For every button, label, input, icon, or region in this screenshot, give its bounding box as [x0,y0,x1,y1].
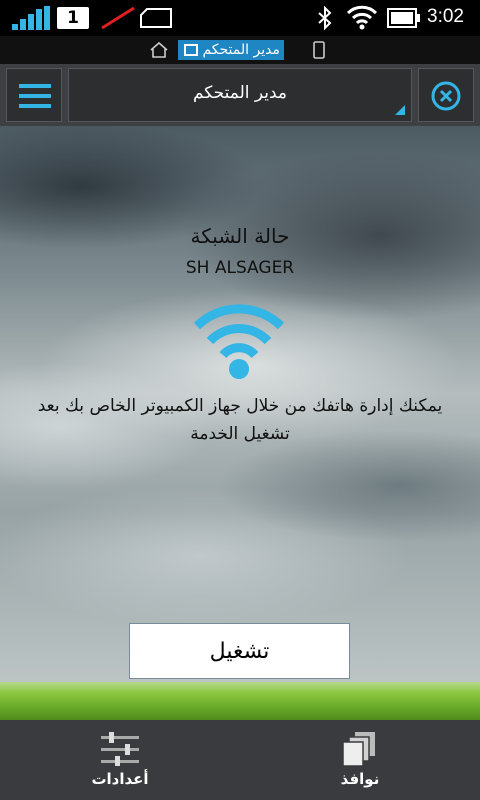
tab-windows[interactable]: نوافذ [240,720,480,800]
menu-button[interactable] [6,68,62,122]
action-bar: مدير المتحكم [0,64,480,126]
main-content: حالة الشبكة SH ALSAGER يمكنك إدارة هاتفك… [0,126,480,720]
home-icon[interactable] [149,41,169,59]
status-bar: 1 3:02 [0,0,480,36]
signal-strength-icon [12,6,50,30]
wifi-status-icon [346,5,378,30]
spinner-arrow-icon [395,105,405,115]
bottom-bar: أعدادات نوافذ [0,720,480,800]
bluetooth-icon [318,6,332,30]
network-status-title: حالة الشبكة [190,224,290,248]
status-clock: 3:02 [427,6,464,27]
tab-windows-label: نوافذ [340,770,380,788]
grass-background [0,682,480,720]
notification-app-title: مدير المتحكم [178,40,284,60]
wifi-icon [193,304,285,379]
controller-spinner[interactable]: مدير المتحكم [68,68,412,122]
no-signal-icon [101,6,135,30]
start-service-button[interactable]: تشغيل [129,623,350,679]
phone-icon [313,41,325,59]
sd-card-icon [140,8,172,28]
network-name: SH ALSAGER [185,258,295,278]
spinner-label: مدير المتحكم [192,83,288,103]
service-description: يمكنك إدارة هاتفك من خلال جهاز الكمبيوتر… [37,396,443,444]
sim-slot-indicator: 1 [57,7,89,29]
windows-stack-icon [342,732,375,767]
notification-strip: مدير المتحكم [0,36,480,64]
close-circle-icon [431,81,461,111]
tab-settings-label: أعدادات [91,770,149,788]
tab-settings[interactable]: أعدادات [0,720,240,800]
notification-title-text: مدير المتحكم [202,42,280,58]
monitor-icon [184,44,198,56]
close-button[interactable] [418,68,474,122]
battery-icon [387,8,420,28]
sliders-settings-icon [101,732,139,766]
hamburger-menu-icon [19,84,51,108]
